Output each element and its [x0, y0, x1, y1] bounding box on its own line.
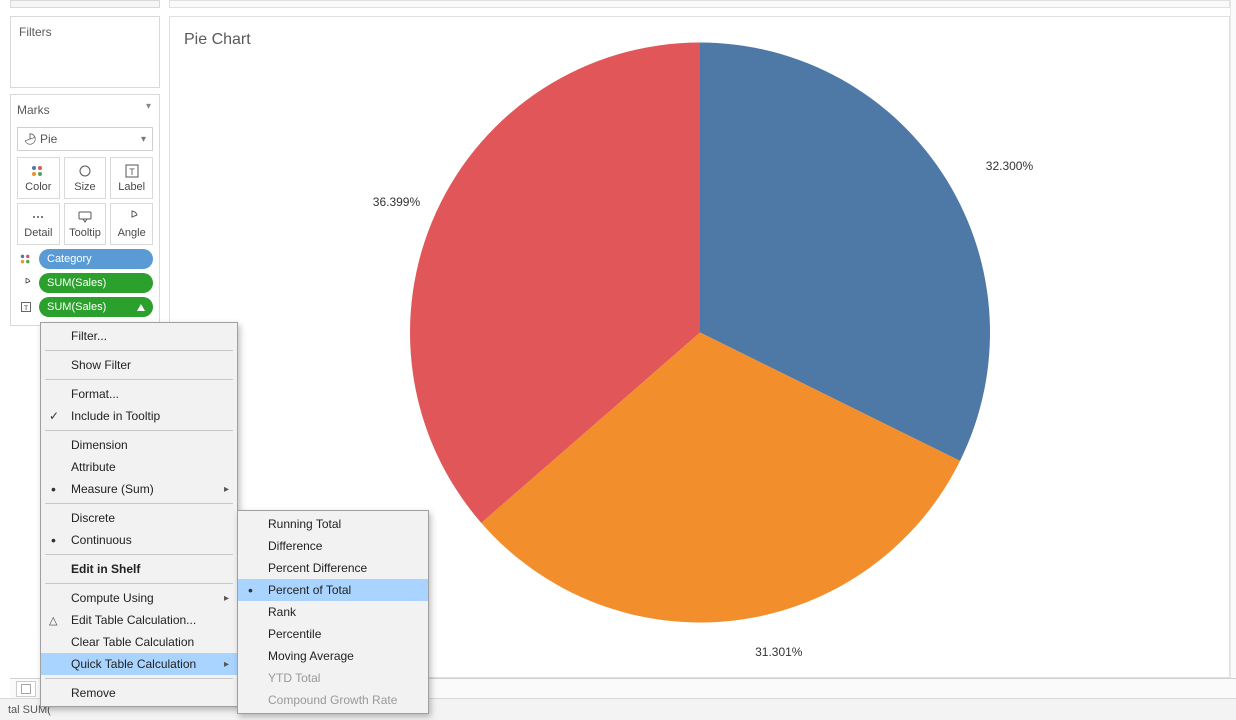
size-label: Size: [74, 181, 95, 193]
separator: [45, 554, 233, 555]
pill-sum-sales-label[interactable]: SUM(Sales): [39, 297, 153, 317]
label-label: Label: [118, 181, 145, 193]
marks-title: Marks: [17, 101, 153, 121]
submenu-compound-growth: Compound Growth Rate: [238, 689, 428, 711]
menu-clear-table-calc[interactable]: Clear Table Calculation: [41, 631, 237, 653]
submenu-ytd-total: YTD Total: [238, 667, 428, 689]
color-icon: [30, 163, 46, 179]
separator: [45, 379, 233, 380]
size-shelf[interactable]: Size: [64, 157, 107, 199]
pill-row-sum-sales-angle: SUM(Sales): [17, 273, 153, 293]
filters-title: Filters: [19, 23, 151, 43]
side-panel: Filters ▾ Marks Pie ▾ Color Size T Label: [10, 16, 160, 332]
svg-text:T: T: [129, 167, 135, 177]
separator: [45, 583, 233, 584]
filters-card[interactable]: Filters: [10, 16, 160, 88]
pill-label: SUM(Sales): [47, 301, 106, 313]
menu-show-filter[interactable]: Show Filter: [41, 354, 237, 376]
quick-table-calc-submenu: Running Total Difference Percent Differe…: [237, 510, 429, 714]
chevron-down-icon[interactable]: ▾: [146, 101, 151, 112]
menu-edit-table-calc[interactable]: Edit Table Calculation...: [41, 609, 237, 631]
tooltip-label: Tooltip: [69, 227, 101, 239]
rows-shelf-placeholder[interactable]: [10, 0, 160, 8]
marks-shelf-grid: Color Size T Label Detail Tooltip Angle: [17, 157, 153, 245]
submenu-running-total[interactable]: Running Total: [238, 513, 428, 535]
pill-label: SUM(Sales): [47, 277, 106, 289]
data-label-2: 36.399%: [373, 195, 420, 209]
svg-text:T: T: [24, 305, 28, 312]
menu-attribute[interactable]: Attribute: [41, 456, 237, 478]
submenu-rank[interactable]: Rank: [238, 601, 428, 623]
menu-remove[interactable]: Remove: [41, 682, 237, 704]
menu-dimension[interactable]: Dimension: [41, 434, 237, 456]
submenu-percentile[interactable]: Percentile: [238, 623, 428, 645]
menu-discrete[interactable]: Discrete: [41, 507, 237, 529]
marks-card: ▾ Marks Pie ▾ Color Size T Label: [10, 94, 160, 326]
new-worksheet-button[interactable]: [16, 681, 36, 697]
menu-edit-shelf[interactable]: Edit in Shelf: [41, 558, 237, 580]
right-gutter: [1230, 0, 1236, 678]
separator: [45, 430, 233, 431]
angle-icon: [17, 277, 35, 289]
pill-row-category: Category: [17, 249, 153, 269]
data-label-0: 32.300%: [986, 159, 1033, 173]
label-icon: T: [17, 301, 35, 313]
menu-compute-using[interactable]: Compute Using: [41, 587, 237, 609]
color-icon: [17, 252, 35, 266]
submenu-percent-difference[interactable]: Percent Difference: [238, 557, 428, 579]
menu-quick-table-calc[interactable]: Quick Table Calculation: [41, 653, 237, 675]
menu-filter[interactable]: Filter...: [41, 325, 237, 347]
detail-label: Detail: [24, 227, 52, 239]
color-label: Color: [25, 181, 51, 193]
pill-label: Category: [47, 253, 92, 265]
pill-row-sum-sales-label: T SUM(Sales): [17, 297, 153, 317]
menu-format[interactable]: Format...: [41, 383, 237, 405]
pill-sum-sales-angle[interactable]: SUM(Sales): [39, 273, 153, 293]
tooltip-icon: [77, 209, 93, 225]
submenu-percent-of-total[interactable]: Percent of Total: [238, 579, 428, 601]
pill-category[interactable]: Category: [39, 249, 153, 269]
mark-type-select[interactable]: Pie ▾: [17, 127, 153, 151]
separator: [45, 503, 233, 504]
submenu-difference[interactable]: Difference: [238, 535, 428, 557]
tooltip-shelf[interactable]: Tooltip: [64, 203, 107, 245]
menu-include-tooltip[interactable]: Include in Tooltip: [41, 405, 237, 427]
angle-label: Angle: [118, 227, 146, 239]
sheet-icon: [20, 683, 32, 695]
submenu-moving-average[interactable]: Moving Average: [238, 645, 428, 667]
angle-icon: [124, 209, 140, 225]
data-label-1: 31.301%: [755, 645, 802, 659]
menu-continuous[interactable]: Continuous: [41, 529, 237, 551]
chevron-down-icon: ▾: [141, 134, 146, 145]
label-shelf[interactable]: T Label: [110, 157, 153, 199]
pill-context-menu: Filter... Show Filter Format... Include …: [40, 322, 238, 707]
color-shelf[interactable]: Color: [17, 157, 60, 199]
pie-chart[interactable]: [410, 42, 990, 625]
separator: [45, 350, 233, 351]
separator: [45, 678, 233, 679]
detail-shelf[interactable]: Detail: [17, 203, 60, 245]
table-calc-icon: [137, 304, 145, 311]
menu-measure[interactable]: Measure (Sum): [41, 478, 237, 500]
size-icon: [77, 163, 93, 179]
detail-icon: [30, 209, 46, 225]
mark-type-label: Pie: [40, 132, 57, 146]
columns-shelf-placeholder[interactable]: [169, 0, 1230, 8]
pie-icon: [24, 133, 36, 145]
label-icon: T: [124, 163, 140, 179]
angle-shelf[interactable]: Angle: [110, 203, 153, 245]
